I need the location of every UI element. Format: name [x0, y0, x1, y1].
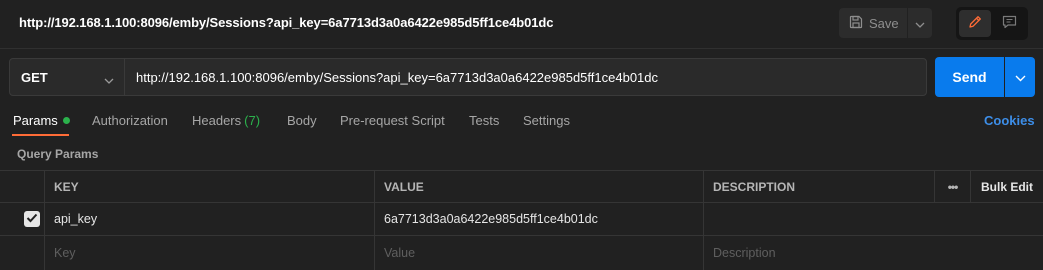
params-active-dot — [62, 117, 70, 124]
comment-icon — [1002, 15, 1017, 32]
param-description-cell[interactable] — [704, 203, 1043, 235]
tab-prerequest-script[interactable]: Pre-request Script — [340, 113, 445, 128]
header-checkbox-cell — [0, 171, 45, 202]
cookies-link[interactable]: Cookies — [984, 113, 1035, 128]
new-description-input[interactable]: Description — [704, 236, 1043, 270]
column-header-value: VALUE — [375, 171, 704, 202]
view-mode-toggle — [956, 7, 1028, 40]
tab-tests[interactable]: Tests — [469, 113, 499, 128]
tab-params-label: Params — [13, 113, 58, 128]
method-select[interactable]: GET — [9, 58, 125, 96]
tab-settings[interactable]: Settings — [523, 113, 570, 128]
method-value: GET — [21, 69, 48, 85]
column-header-key: KEY — [45, 171, 375, 202]
request-tabs: Params Authorization Headers (7) Body Pre… — [0, 105, 1043, 137]
save-options-button[interactable] — [908, 8, 932, 38]
table-header-row: KEY VALUE DESCRIPTION ••• Bulk Edit — [0, 171, 1043, 203]
send-button[interactable]: Send — [935, 57, 1004, 97]
more-options-icon[interactable]: ••• — [935, 171, 971, 202]
param-value-cell[interactable]: 6a7713d3a0a6422e985d5ff1ce4b01dc — [375, 203, 704, 235]
chevron-down-icon — [915, 16, 925, 31]
table-row-new: Key Value Description — [0, 236, 1043, 270]
send-options-button[interactable] — [1005, 57, 1035, 97]
query-params-label: Query Params — [17, 147, 99, 161]
edit-mode-button[interactable] — [959, 10, 991, 37]
table-row: api_key 6a7713d3a0a6422e985d5ff1ce4b01dc — [0, 203, 1043, 236]
save-icon — [849, 15, 863, 32]
new-value-input[interactable]: Value — [375, 236, 704, 270]
headers-count-badge: (7) — [244, 113, 261, 128]
row-checkbox-cell — [0, 203, 45, 235]
param-key-cell[interactable]: api_key — [45, 203, 375, 235]
tab-headers[interactable]: Headers (7) — [192, 113, 260, 128]
query-params-table: KEY VALUE DESCRIPTION ••• Bulk Edit api_… — [0, 170, 1043, 270]
comments-mode-button[interactable] — [993, 10, 1025, 37]
active-tab-indicator — [12, 134, 69, 136]
url-input[interactable]: http://192.168.1.100:8096/emby/Sessions?… — [124, 58, 927, 96]
param-enabled-checkbox[interactable] — [24, 211, 40, 227]
save-label: Save — [869, 15, 899, 31]
tab-params[interactable]: Params — [13, 113, 70, 128]
bulk-edit-button[interactable]: Bulk Edit — [971, 171, 1043, 202]
tab-authorization[interactable]: Authorization — [92, 113, 168, 128]
checkmark-icon — [26, 212, 38, 226]
pencil-icon — [968, 15, 982, 32]
new-row-checkbox-cell — [0, 236, 45, 270]
save-button[interactable]: Save — [839, 8, 907, 38]
chevron-down-icon — [1015, 70, 1026, 85]
column-header-description: DESCRIPTION — [704, 171, 935, 202]
request-title[interactable]: http://192.168.1.100:8096/emby/Sessions?… — [19, 15, 553, 30]
request-title-bar: http://192.168.1.100:8096/emby/Sessions?… — [0, 0, 1043, 48]
tab-headers-label: Headers — [192, 113, 242, 128]
new-key-input[interactable]: Key — [45, 236, 375, 270]
header-divider — [0, 48, 1043, 49]
chevron-down-icon — [104, 72, 114, 87]
tab-body[interactable]: Body — [287, 113, 317, 128]
